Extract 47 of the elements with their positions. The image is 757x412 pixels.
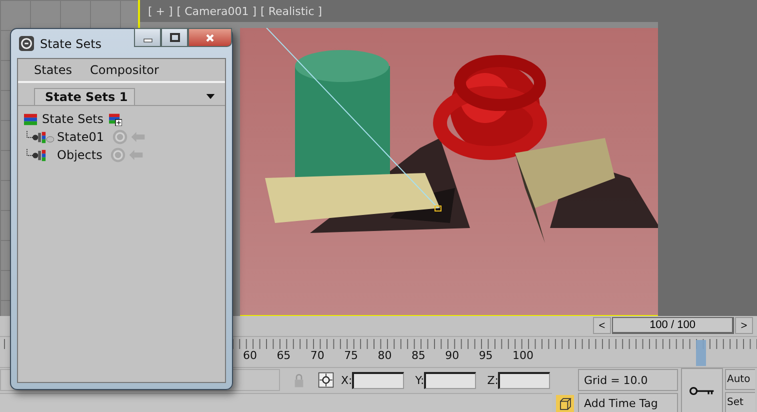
tree-item[interactable]: Objects [57, 148, 102, 162]
key-mode-button[interactable]: Auto [725, 369, 755, 390]
maximize-button[interactable] [161, 28, 188, 47]
time-slider[interactable]: 100 / 100 [612, 317, 734, 334]
menu-item[interactable]: Compositor [90, 63, 159, 77]
state-set-tab[interactable]: State Sets 1 [34, 88, 135, 105]
menu-item[interactable]: States [34, 63, 72, 77]
grid-readout: Grid = 10.0 [578, 369, 678, 392]
coordinate-field[interactable] [352, 372, 404, 388]
previous-frame-button[interactable]: < [593, 317, 611, 334]
add-time-tag-button[interactable]: Add Time Tag [578, 393, 678, 412]
key-button[interactable] [681, 368, 723, 412]
coordinate-field[interactable] [424, 372, 476, 388]
app-logo-icon [19, 36, 34, 51]
add-state-icon[interactable] [108, 112, 122, 126]
state-set-icon [24, 112, 37, 126]
maximize-icon [170, 32, 180, 42]
frame-number: 85 [411, 349, 426, 362]
coordinate-field[interactable] [498, 372, 550, 388]
selection-icon[interactable] [318, 372, 334, 388]
tree-item[interactable]: State Sets [42, 112, 104, 126]
dropdown-arrow-icon[interactable] [206, 94, 215, 99]
viewport-label[interactable]: [ Camera001 ] [176, 4, 257, 18]
cube-icon[interactable] [556, 394, 574, 412]
key-mode-button[interactable]: Set [725, 392, 755, 412]
next-frame-button[interactable]: > [735, 317, 753, 334]
state-node-icon [26, 130, 54, 144]
frame-number: 95 [478, 349, 494, 362]
viewport-label[interactable]: [ Realistic ] [260, 4, 322, 18]
frame-number: 70 [310, 349, 326, 362]
key-icon [689, 386, 715, 396]
viewport-label[interactable]: [ + ] [148, 4, 173, 18]
frame-marker-icon [696, 340, 706, 366]
frame-number: 80 [378, 349, 393, 362]
close-icon [205, 32, 215, 42]
axis-label: Z: [487, 374, 498, 386]
axis-label: X: [341, 374, 352, 386]
frame-number: 60 [243, 349, 258, 362]
minimize-button[interactable] [134, 28, 161, 47]
tree-item[interactable]: State01 [57, 130, 104, 144]
frame-number: 75 [344, 349, 360, 362]
close-button[interactable] [188, 28, 232, 47]
window-title: State Sets [40, 36, 102, 50]
axis-label: Y: [415, 374, 424, 386]
frame-number: 100 [512, 349, 534, 362]
frame-number: 65 [276, 349, 292, 362]
frame-number: 90 [445, 349, 460, 362]
